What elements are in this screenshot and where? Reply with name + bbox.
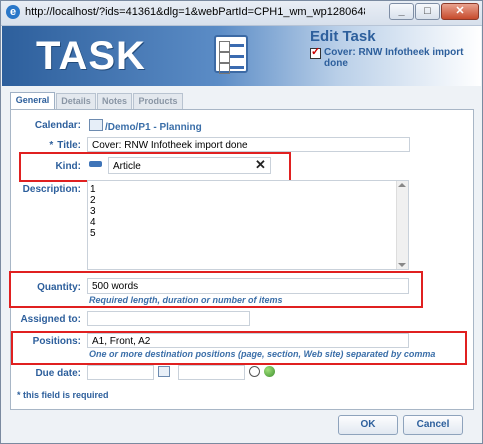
description-line: 5 xyxy=(90,228,96,239)
calendar-value: /Demo/P1 - Planning xyxy=(105,122,202,133)
positions-input[interactable]: A1, Front, A2 xyxy=(87,333,409,348)
date-picker-icon[interactable] xyxy=(158,366,170,377)
cancel-button[interactable]: Cancel xyxy=(403,415,463,435)
kind-select[interactable]: Article xyxy=(108,157,271,174)
description-line: 2 xyxy=(90,195,96,206)
tab-notes[interactable]: Notes xyxy=(97,93,132,109)
required-star: * xyxy=(49,140,54,151)
title-bar: e http://localhost/?ids=41361&dlg=1&webP… xyxy=(1,1,482,26)
due-date-input[interactable] xyxy=(87,365,154,380)
dialog-window: e http://localhost/?ids=41361&dlg=1&webP… xyxy=(0,0,483,444)
timezone-globe-icon[interactable] xyxy=(264,366,275,377)
tab-details[interactable]: Details xyxy=(56,93,96,109)
logo-text: TASK xyxy=(36,34,146,78)
positions-hint: One or more destination positions (page,… xyxy=(89,349,436,359)
calendar-icon xyxy=(89,119,103,131)
positions-label: Positions: xyxy=(32,336,81,347)
title-label-text: Title: xyxy=(57,140,81,151)
task-checklist-icon xyxy=(214,35,248,74)
checkbox-icon xyxy=(310,45,321,59)
tab-products[interactable]: Products xyxy=(133,93,183,109)
description-line: 4 xyxy=(90,217,96,228)
quantity-hint: Required length, duration or number of i… xyxy=(89,295,283,305)
assigned-to-label: Assigned to: xyxy=(20,314,81,325)
clock-icon[interactable] xyxy=(249,366,260,377)
ok-button[interactable]: OK xyxy=(338,415,398,435)
kind-label: Kind: xyxy=(55,161,81,172)
calendar-link[interactable]: /Demo/P1 - Planning xyxy=(89,119,202,133)
assigned-to-input[interactable] xyxy=(87,311,250,326)
kind-icon xyxy=(89,161,102,167)
task-subtitle: Cover: RNW Infotheek import done xyxy=(310,45,480,69)
due-date-label: Due date: xyxy=(35,368,81,379)
description-textarea[interactable]: 1 2 3 4 5 xyxy=(87,180,409,270)
quantity-label: Quantity: xyxy=(37,282,81,293)
clear-kind-icon[interactable]: ✕ xyxy=(255,157,266,173)
window-url: http://localhost/?ids=41361&dlg=1&webPar… xyxy=(25,6,365,18)
title-label: * Title: xyxy=(11,140,81,151)
tab-general[interactable]: General xyxy=(10,92,55,110)
calendar-label: Calendar: xyxy=(34,120,81,131)
scroll-up-icon[interactable] xyxy=(398,183,406,187)
task-subtitle-text: Cover: RNW Infotheek import done xyxy=(324,47,464,69)
description-label: Description: xyxy=(22,184,81,195)
description-line: 1 xyxy=(90,184,96,195)
description-scrollbar[interactable] xyxy=(396,181,408,269)
minimize-button[interactable]: _ xyxy=(389,3,414,20)
due-time-input[interactable] xyxy=(178,365,245,380)
maximize-button[interactable]: □ xyxy=(415,3,440,20)
close-window-button[interactable]: ✕ xyxy=(441,3,479,20)
quantity-input[interactable]: 500 words xyxy=(87,278,409,294)
description-line: 3 xyxy=(90,206,96,217)
browser-icon: e xyxy=(6,5,20,19)
title-input[interactable]: Cover: RNW Infotheek import done xyxy=(87,137,410,152)
scroll-down-icon[interactable] xyxy=(398,263,406,267)
required-field-note: * this field is required xyxy=(17,390,109,400)
page-title: Edit Task xyxy=(310,28,376,45)
dialog-header: TASK Edit Task Cover: RNW Infotheek impo… xyxy=(2,26,481,86)
